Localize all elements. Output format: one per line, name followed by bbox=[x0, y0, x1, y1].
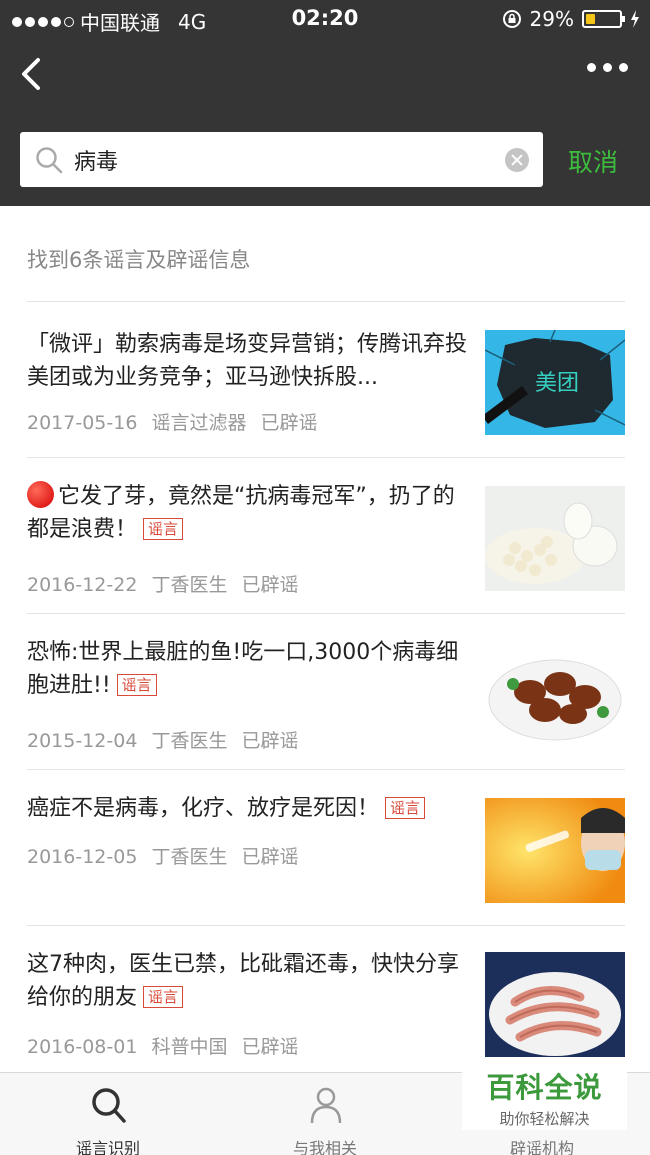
item-title: 这7种肉，医生已禁，比砒霜还毒，快快分享给你的朋友 谣言 bbox=[27, 948, 467, 1014]
status-right: 29% bbox=[502, 7, 640, 31]
list-item[interactable]: 它发了芽，竟然是“抗病毒冠军”，扔了的都是浪费！ 谣言 2016-12-22 丁香… bbox=[0, 458, 650, 614]
item-title-text: 这7种肉，医生已禁，比砒霜还毒，快快分享给你的朋友 bbox=[27, 952, 459, 1010]
item-date: 2017-05-16 bbox=[27, 412, 138, 434]
doctor-image bbox=[485, 798, 625, 903]
red-dot-icon bbox=[27, 481, 54, 508]
rumor-tag: 谣言 bbox=[143, 986, 184, 1008]
item-status: 已辟谣 bbox=[241, 730, 299, 752]
item-meta: 2016-12-22 丁香医生 已辟谣 bbox=[27, 570, 299, 597]
item-meta: 2015-12-04 丁香医生 已辟谣 bbox=[27, 726, 299, 753]
item-status: 已辟谣 bbox=[260, 412, 318, 434]
item-thumbnail: 美团 bbox=[485, 330, 625, 435]
battery-percent: 29% bbox=[529, 7, 574, 31]
search-input[interactable]: 病毒 bbox=[20, 132, 543, 187]
item-source: 谣言过滤器 bbox=[151, 412, 247, 434]
person-icon bbox=[310, 1087, 342, 1124]
item-title: 恐怖:世界上最脏的鱼!吃一口,3000个病毒细胞进肚!! 谣言 bbox=[27, 636, 467, 702]
tab-label: 谣言识别 bbox=[75, 1139, 140, 1155]
tab-label: 辟谣机构 bbox=[509, 1139, 574, 1155]
item-title: 它发了芽，竟然是“抗病毒冠军”，扔了的都是浪费！ 谣言 bbox=[27, 480, 467, 546]
results-list: 找到6条谣言及辟谣信息 「微评」勒索病毒是场变异营销；传腾讯弃投美团或为业务竞争… bbox=[0, 206, 650, 1072]
item-source: 丁香医生 bbox=[151, 574, 228, 596]
item-meta: 2017-05-16 谣言过滤器 已辟谣 bbox=[27, 408, 318, 435]
item-source: 丁香医生 bbox=[151, 846, 228, 868]
clear-icon[interactable] bbox=[505, 147, 529, 172]
item-source: 丁香医生 bbox=[151, 730, 228, 752]
item-thumbnail bbox=[485, 952, 625, 1057]
search-icon bbox=[36, 146, 63, 173]
item-date: 2016-12-22 bbox=[27, 574, 138, 596]
rumor-tag: 谣言 bbox=[385, 797, 426, 819]
thumb-text: 美团 bbox=[535, 371, 579, 396]
item-status: 已辟谣 bbox=[241, 1036, 299, 1058]
tab-related-to-me[interactable]: 与我相关 bbox=[217, 1073, 433, 1155]
item-title-text: 癌症不是病毒，化疗、放疗是死因！ bbox=[27, 796, 380, 821]
tab-rumor-identify[interactable]: 谣言识别 bbox=[0, 1073, 216, 1155]
item-status: 已辟谣 bbox=[241, 574, 299, 596]
fish-dish-image bbox=[485, 642, 625, 747]
results-count: 找到6条谣言及辟谣信息 bbox=[27, 248, 251, 272]
search-icon bbox=[92, 1088, 126, 1123]
item-date: 2016-12-05 bbox=[27, 846, 138, 868]
list-item[interactable]: 「微评」勒索病毒是场变异营销；传腾讯弃投美团或为业务竞争；亚马逊快拆股... 2… bbox=[0, 302, 650, 458]
charging-icon bbox=[631, 10, 639, 28]
cancel-button[interactable]: 取消 bbox=[568, 143, 618, 179]
item-source: 科普中国 bbox=[151, 1036, 228, 1058]
shrimp-plate-image bbox=[485, 952, 625, 1057]
search-query-text[interactable]: 病毒 bbox=[74, 144, 505, 176]
watermark-title: 百科全说 bbox=[486, 1071, 603, 1104]
item-status: 已辟谣 bbox=[241, 846, 299, 868]
item-thumbnail bbox=[485, 798, 625, 903]
item-title: 「微评」勒索病毒是场变异营销；传腾讯弃投美团或为业务竞争；亚马逊快拆股... bbox=[27, 328, 467, 394]
list-item[interactable]: 这7种肉，医生已禁，比砒霜还毒，快快分享给你的朋友 谣言 2016-08-01 科… bbox=[0, 926, 650, 1072]
item-title: 癌症不是病毒，化疗、放疗是死因！ 谣言 bbox=[27, 792, 467, 825]
battery-icon bbox=[582, 10, 625, 28]
rumor-tag: 谣言 bbox=[116, 674, 157, 696]
item-thumbnail bbox=[485, 486, 625, 591]
item-title-text: 「微评」勒索病毒是场变异营销；传腾讯弃投美团或为业务竞争；亚马逊快拆股... bbox=[27, 332, 468, 390]
item-title-text: 它发了芽，竟然是“抗病毒冠军”，扔了的都是浪费！ bbox=[27, 484, 455, 542]
meituan-wall-image: 美团 bbox=[485, 330, 625, 435]
more-options-icon[interactable] bbox=[587, 63, 628, 72]
rumor-tag: 谣言 bbox=[143, 518, 184, 540]
watermark-logo: 百科全说 助你轻松解决 bbox=[462, 1060, 627, 1130]
garlic-image bbox=[485, 486, 625, 591]
tab-label: 与我相关 bbox=[292, 1139, 357, 1155]
item-date: 2015-12-04 bbox=[27, 730, 138, 752]
item-title-text: 恐怖:世界上最脏的鱼!吃一口,3000个病毒细胞进肚!! bbox=[27, 640, 459, 698]
nav-bar: 病毒 取消 bbox=[0, 38, 650, 206]
rotation-lock-icon bbox=[502, 10, 521, 28]
item-meta: 2016-08-01 科普中国 已辟谣 bbox=[27, 1032, 299, 1059]
item-thumbnail bbox=[485, 642, 625, 747]
item-date: 2016-08-01 bbox=[27, 1036, 138, 1058]
list-item[interactable]: 恐怖:世界上最脏的鱼!吃一口,3000个病毒细胞进肚!! 谣言 2015-12-0… bbox=[0, 614, 650, 770]
list-item[interactable]: 癌症不是病毒，化疗、放疗是死因！ 谣言 2016-12-05 丁香医生 已辟谣 bbox=[0, 770, 650, 926]
status-bar: 中国联通 4G 02:20 29% bbox=[0, 0, 650, 38]
watermark-subtitle: 助你轻松解决 bbox=[499, 1110, 590, 1128]
back-arrow-icon[interactable] bbox=[16, 54, 46, 94]
item-meta: 2016-12-05 丁香医生 已辟谣 bbox=[27, 842, 299, 869]
